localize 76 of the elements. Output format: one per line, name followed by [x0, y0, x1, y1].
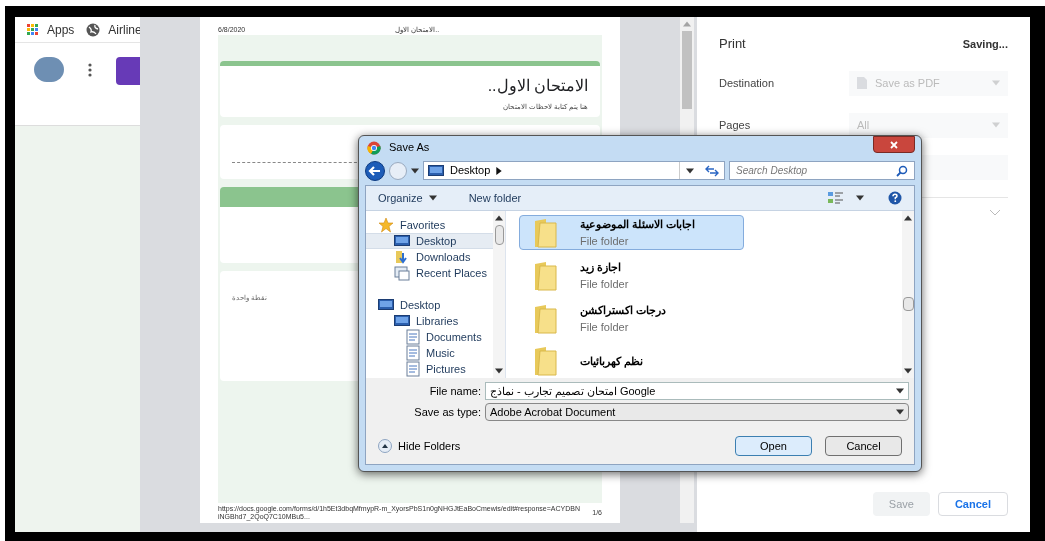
view-options-icon[interactable]	[828, 191, 844, 205]
recent-places-icon	[394, 265, 410, 281]
print-title: Print	[719, 35, 746, 53]
caret-icon	[686, 167, 694, 174]
file-name-field[interactable]: امتحان تصميم تجارب - نماذج Google	[485, 382, 909, 400]
collapse-up-icon	[378, 439, 392, 453]
chrome-logo-icon	[367, 140, 381, 155]
nav-item[interactable]: Recent Places	[366, 265, 493, 281]
folder-item[interactable]: نظم كهربائيات	[519, 344, 744, 378]
nav-item[interactable]: Libraries	[366, 313, 493, 329]
bookmark-link[interactable]: Apps	[47, 20, 75, 39]
scrollbar-thumb[interactable]	[494, 225, 504, 245]
search-icon	[896, 164, 908, 177]
globe-icon	[86, 22, 101, 37]
setting-label: Destination	[719, 75, 776, 91]
field-label: Save as type:	[413, 404, 482, 420]
star-icon	[378, 217, 394, 233]
new-folder-button[interactable]: New folder	[468, 189, 522, 207]
help-icon[interactable]	[888, 191, 902, 205]
caret-icon	[896, 388, 904, 394]
monitor-icon	[428, 164, 444, 177]
scrollbar-thumb[interactable]	[682, 31, 692, 109]
caret-icon	[428, 195, 437, 201]
document-icon	[857, 77, 867, 89]
address-bar[interactable]: Desktop	[423, 161, 725, 180]
setting-label: Pages	[719, 117, 752, 133]
nav-item[interactable]: Favorites	[366, 217, 493, 233]
nav-item[interactable]: Documents	[366, 329, 493, 345]
scrollbar-thumb[interactable]	[902, 297, 914, 311]
cancel-button[interactable]: Cancel	[825, 436, 902, 456]
dialog-title: Save As	[389, 140, 430, 156]
bookmark-link[interactable]: Airline	[108, 20, 142, 39]
nav-item[interactable]: Desktop	[366, 233, 493, 249]
download-folder-icon	[394, 249, 410, 265]
file-list-scrollbar[interactable]	[902, 211, 914, 378]
breadcrumb-arrow-icon	[496, 166, 503, 175]
close-icon	[890, 140, 898, 149]
caret-icon	[411, 167, 419, 174]
caret-icon	[896, 409, 904, 415]
caret-icon	[904, 368, 912, 374]
chevron-down-icon[interactable]	[990, 209, 1000, 216]
folder-icon	[532, 259, 560, 292]
organize-menu[interactable]: Organize	[378, 189, 437, 207]
nav-item[interactable]: Downloads	[366, 249, 493, 265]
caret-icon	[495, 368, 503, 374]
folder-icon	[532, 216, 560, 249]
nav-scrollbar[interactable]	[493, 211, 505, 378]
document-icon	[406, 329, 420, 345]
caret-icon	[992, 80, 1000, 86]
monitor-icon	[394, 315, 410, 327]
folder-icon	[532, 345, 560, 377]
open-button[interactable]: Open	[735, 436, 812, 456]
refresh-icon[interactable]	[704, 164, 720, 177]
caret-icon	[904, 215, 912, 221]
nav-item[interactable]: Desktop	[366, 297, 493, 313]
close-button[interactable]	[873, 136, 915, 153]
nav-item[interactable]: Music	[366, 345, 493, 361]
cancel-button[interactable]: Cancel	[937, 492, 1008, 516]
monitor-icon	[394, 235, 410, 247]
caret-icon	[856, 195, 864, 201]
nav-item[interactable]: Pictures	[366, 361, 493, 377]
caret-icon	[992, 122, 1000, 128]
hide-folders-button[interactable]: Hide Folders	[378, 437, 461, 455]
form-title: الامتحان الاول..	[487, 76, 588, 97]
folder-icon	[532, 302, 560, 335]
field-label: File name:	[428, 383, 482, 399]
print-status: Saving...	[962, 36, 1008, 52]
document-icon	[406, 345, 420, 361]
apps-grid-icon	[27, 23, 39, 36]
search-field[interactable]: Search Desktop	[729, 161, 915, 180]
save-type-dropdown[interactable]: Adobe Acrobat Document	[485, 403, 909, 421]
avatar[interactable]	[34, 57, 64, 82]
caret-icon	[495, 215, 503, 221]
monitor-icon	[378, 299, 394, 311]
caret-icon	[683, 21, 691, 27]
more-menu-icon[interactable]	[88, 63, 92, 77]
